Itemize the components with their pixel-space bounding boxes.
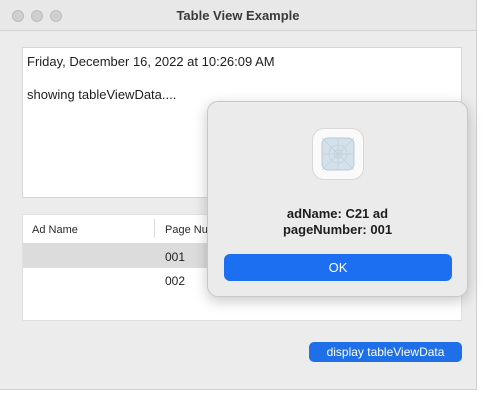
alert-ad-name: adName: C21 ad (286, 206, 389, 221)
output-line-date: Friday, December 16, 2022 at 10:26:09 AM (27, 54, 275, 69)
output-line-status: showing tableViewData.... (27, 87, 177, 102)
title-bar: Table View Example (0, 0, 476, 31)
column-divider (154, 219, 155, 238)
window-title: Table View Example (176, 8, 300, 23)
display-table-data-button[interactable]: display tableViewData (309, 342, 462, 362)
alert-message: adName: C21 ad pageNumber: 001 (208, 206, 467, 238)
alert-dialog: adName: C21 ad pageNumber: 001 OK (207, 101, 468, 297)
app-placeholder-icon (312, 128, 364, 180)
cell-page-number: 001 (165, 250, 186, 264)
cell-page-number: 002 (165, 274, 186, 288)
ok-button[interactable]: OK (224, 254, 452, 281)
column-header-page-number[interactable]: Page Nu (165, 224, 208, 236)
alert-page-number: pageNumber: 001 (282, 222, 393, 237)
column-header-ad-name[interactable]: Ad Name (32, 224, 78, 236)
